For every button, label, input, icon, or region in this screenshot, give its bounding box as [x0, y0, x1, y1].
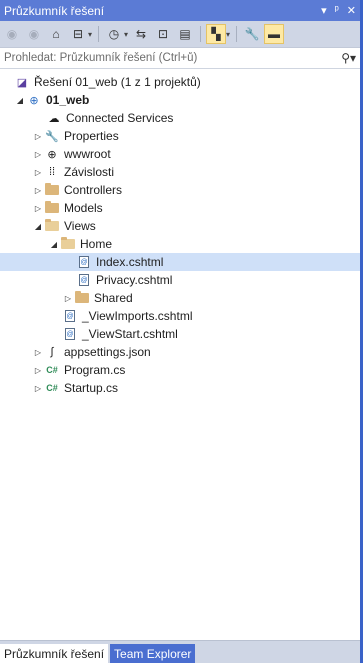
solution-tree: ◪ Řešení 01_web (1 z 1 projektů) ◢ ⊕ 01_…: [0, 69, 360, 397]
collapsed-arrow-icon[interactable]: ▷: [32, 384, 44, 393]
tree-item-project[interactable]: ◢ ⊕ 01_web: [0, 91, 360, 109]
csharp-file-icon: C#: [46, 365, 58, 375]
tree-item-views[interactable]: ◢ Views: [0, 217, 360, 235]
solution-icon: ◪: [16, 76, 28, 89]
tree-item-appsettings-json[interactable]: ▷ ∫ appsettings.json: [0, 343, 360, 361]
tab-team-explorer[interactable]: Team Explorer: [110, 644, 196, 663]
expanded-arrow-icon[interactable]: ◢: [48, 240, 60, 249]
toolbar-separator: [236, 26, 238, 42]
properties-icon[interactable]: 🔧: [243, 25, 261, 43]
show-all-files-icon[interactable]: ▤: [176, 25, 194, 43]
forward-icon[interactable]: ◉: [25, 25, 43, 43]
razor-file-icon: @: [76, 255, 92, 269]
open-folder-icon: [60, 237, 76, 251]
back-icon[interactable]: ◉: [3, 25, 21, 43]
tree-item-models[interactable]: ▷ Models: [0, 199, 360, 217]
json-file-icon: ∫: [50, 346, 54, 358]
open-folder-icon: [44, 219, 60, 233]
razor-file-icon: @: [76, 273, 92, 287]
panel-title-bar: Průzkumník řešení ▾ ᵖ ✕: [0, 0, 360, 21]
expanded-arrow-icon[interactable]: ◢: [14, 96, 26, 105]
collapsed-arrow-icon[interactable]: ▷: [32, 366, 44, 375]
dependencies-icon: ⁞⁞: [48, 166, 56, 178]
chevron-down-icon[interactable]: ▾: [88, 30, 92, 39]
collapsed-arrow-icon[interactable]: ▷: [32, 150, 44, 159]
panel-toolbar: ◉ ◉ ⌂ ⊟ ▾ ◷ ▾ ⇆ ⊡ ▤ ▚ ▾ 🔧 ▬: [0, 21, 360, 48]
search-bar: ⚲▾: [0, 48, 360, 69]
csharp-file-icon: C#: [46, 383, 58, 393]
pending-changes-icon[interactable]: ◷: [105, 25, 123, 43]
razor-file-icon: @: [62, 327, 78, 341]
folder-icon: [74, 291, 90, 305]
web-project-icon: ⊕: [29, 94, 39, 107]
close-icon[interactable]: ✕: [347, 4, 356, 17]
connected-services-icon: ☁: [48, 112, 60, 125]
globe-icon: ⊕: [47, 148, 57, 161]
preview-icon[interactable]: ▚: [206, 24, 227, 44]
pin-icon[interactable]: ᵖ: [335, 4, 339, 17]
tree-item-wwwroot[interactable]: ▷ ⊕ wwwroot: [0, 145, 360, 163]
window-position-icon[interactable]: ▾: [321, 4, 327, 17]
collapsed-arrow-icon[interactable]: ▷: [62, 294, 74, 303]
properties-folder-icon: 🔧: [45, 130, 59, 143]
toolbar-separator: [98, 26, 100, 42]
razor-file-icon: @: [62, 309, 78, 323]
expanded-arrow-icon[interactable]: ◢: [32, 222, 44, 231]
folder-icon: [44, 183, 60, 197]
bottom-tab-strip: Průzkumník řešení Team Explorer: [0, 640, 360, 663]
folder-icon: [44, 201, 60, 215]
collapse-all-icon[interactable]: ⊡: [154, 25, 172, 43]
tab-solution-explorer[interactable]: Průzkumník řešení: [0, 644, 109, 663]
sync-views-icon[interactable]: ⊟: [69, 25, 87, 43]
collapsed-arrow-icon[interactable]: ▷: [32, 186, 44, 195]
home-icon[interactable]: ⌂: [47, 25, 65, 43]
tree-item-shared[interactable]: ▷ Shared: [0, 289, 360, 307]
toolbar-separator: [200, 26, 202, 42]
tree-item-index-cshtml[interactable]: @ Index.cshtml: [0, 253, 360, 271]
tree-item-viewstart-cshtml[interactable]: @ _ViewStart.cshtml: [0, 325, 360, 343]
dock-icon[interactable]: ▬: [264, 24, 285, 44]
refresh-icon[interactable]: ⇆: [132, 25, 150, 43]
collapsed-arrow-icon[interactable]: ▷: [32, 168, 44, 177]
tree-item-controllers[interactable]: ▷ Controllers: [0, 181, 360, 199]
chevron-down-icon[interactable]: ▾: [226, 30, 230, 39]
tree-item-viewimports-cshtml[interactable]: @ _ViewImports.cshtml: [0, 307, 360, 325]
collapsed-arrow-icon[interactable]: ▷: [32, 204, 44, 213]
tree-item-home[interactable]: ◢ Home: [0, 235, 360, 253]
tree-item-startup-cs[interactable]: ▷ C# Startup.cs: [0, 379, 360, 397]
tree-item-program-cs[interactable]: ▷ C# Program.cs: [0, 361, 360, 379]
tree-item-properties[interactable]: ▷ 🔧 Properties: [0, 127, 360, 145]
panel-title: Průzkumník řešení: [4, 3, 105, 18]
search-input[interactable]: [4, 52, 338, 64]
collapsed-arrow-icon[interactable]: ▷: [32, 348, 44, 357]
tree-item-solution[interactable]: ◪ Řešení 01_web (1 z 1 projektů): [0, 73, 360, 91]
tree-item-dependencies[interactable]: ▷ ⁞⁞ Závislosti: [0, 163, 360, 181]
tree-item-privacy-cshtml[interactable]: @ Privacy.cshtml: [0, 271, 360, 289]
tree-item-connected-services[interactable]: ☁ Connected Services: [0, 109, 360, 127]
collapsed-arrow-icon[interactable]: ▷: [32, 132, 44, 141]
solution-explorer-panel: Průzkumník řešení ▾ ᵖ ✕ ◉ ◉ ⌂ ⊟ ▾ ◷ ▾ ⇆ …: [0, 0, 363, 663]
chevron-down-icon[interactable]: ▾: [124, 30, 128, 39]
search-icon[interactable]: ⚲▾: [341, 51, 356, 65]
